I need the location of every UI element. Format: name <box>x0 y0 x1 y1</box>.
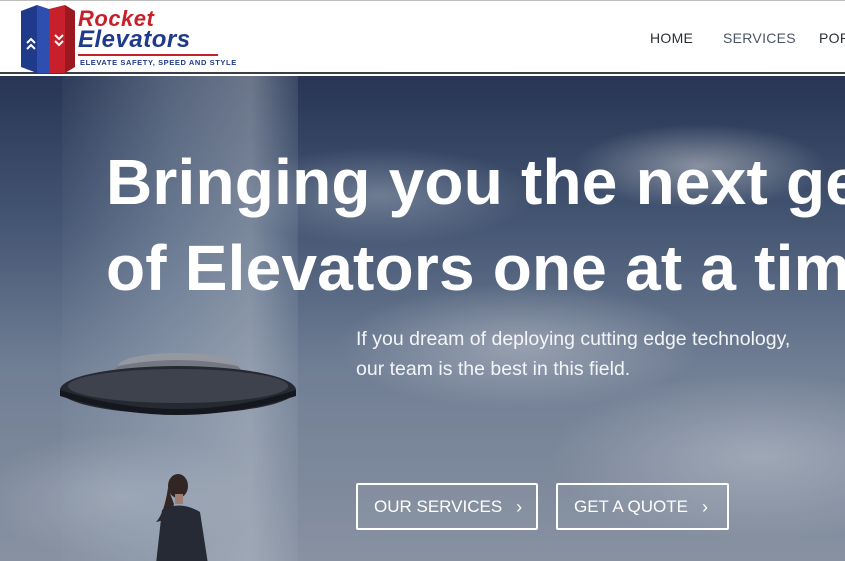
nav-item-home[interactable]: HOME <box>650 30 693 46</box>
chevron-right-icon: › <box>516 496 523 517</box>
chevron-right-icon: › <box>702 496 708 517</box>
nav-item-portfolio[interactable]: POR <box>819 30 845 46</box>
our-services-label: OUR SERVICES <box>374 496 503 516</box>
hero-headline: Bringing you the next gene of Elevators … <box>106 139 845 311</box>
hero-subtext-line1: If you dream of deploying cutting edge t… <box>356 328 791 350</box>
hero-headline-line2: of Elevators one at a time <box>106 232 845 304</box>
site-header: Rocket Elevators ELEVATE SAFETY, SPEED A… <box>0 0 845 74</box>
hero-section: Bringing you the next gene of Elevators … <box>0 76 845 561</box>
get-a-quote-label: GET A QUOTE <box>574 496 688 516</box>
nav-item-services[interactable]: SERVICES <box>723 30 796 46</box>
logo-divider <box>78 54 218 56</box>
brand-tagline: ELEVATE SAFETY, SPEED AND STYLE <box>80 58 237 67</box>
hero-subtext-line2: our team is the best in this field. <box>356 358 631 380</box>
hero-headline-line1: Bringing you the next gene <box>106 146 845 218</box>
logo-mark-icon <box>21 5 75 73</box>
logo[interactable]: Rocket Elevators ELEVATE SAFETY, SPEED A… <box>19 3 236 73</box>
brand-name-line2: Elevators <box>78 26 191 53</box>
our-services-button[interactable]: OUR SERVICES › <box>356 483 538 530</box>
hero-subtext: If you dream of deploying cutting edge t… <box>356 324 826 384</box>
get-a-quote-button[interactable]: GET A QUOTE › <box>556 483 729 530</box>
